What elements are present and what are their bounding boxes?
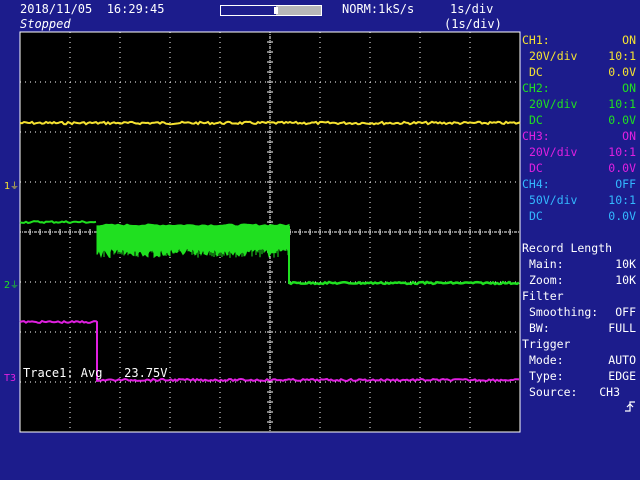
trigger-heading: Trigger [522, 337, 571, 351]
ch2-waveform-right [288, 280, 520, 286]
ch4-state: OFF [615, 177, 636, 191]
ch3-state: ON [622, 129, 636, 143]
ch3-ground-marker[interactable]: T3 [4, 374, 16, 384]
ch2-offset: 0.0V [608, 113, 636, 127]
ch4-scale: 50V/div [529, 193, 578, 207]
ch1-scale: 20V/div [529, 49, 578, 63]
ch2-coupling-row[interactable]: DC 0.0V [522, 112, 636, 128]
ch2-label: CH2: [522, 81, 550, 95]
trigger-type-label: Type: [529, 369, 564, 383]
ch1-header[interactable]: CH1: ON [522, 32, 636, 48]
ch2-ground-marker[interactable]: 2⏚ [4, 281, 19, 292]
ch4-probe: 10:1 [608, 193, 636, 207]
trigger-mode-row: Mode: AUTO [522, 352, 636, 368]
ch2-header[interactable]: CH2: ON [522, 80, 636, 96]
ch1-offset: 0.0V [608, 65, 636, 79]
ch3-header[interactable]: CH3: ON [522, 128, 636, 144]
ch1-coupling: DC [529, 65, 543, 79]
ch3-probe: 10:1 [608, 145, 636, 159]
record-zoom-label: Zoom: [529, 273, 564, 287]
smoothing-value: OFF [615, 305, 636, 319]
ch2-scale-row[interactable]: 20V/div 10:1 [522, 96, 636, 112]
record-length-heading: Record Length [522, 241, 613, 255]
ch2-state: ON [622, 81, 636, 95]
ch4-offset: 0.0V [608, 209, 636, 223]
trigger-type-row: Type: EDGE [522, 368, 636, 384]
smoothing-label: Smoothing: [529, 305, 599, 319]
trigger-mode-value: AUTO [608, 353, 636, 367]
ch2-scale: 20V/div [529, 97, 578, 111]
bandwidth-value: FULL [608, 321, 636, 335]
ch3-scale: 20V/div [529, 145, 578, 159]
ch3-label: CH3: [522, 129, 550, 143]
ch1-state: ON [622, 33, 636, 47]
smoothing-row: Smoothing: OFF [522, 304, 636, 320]
trigger-type-value: EDGE [608, 369, 636, 383]
trigger-source-row: Source: CH3 [522, 384, 636, 412]
bandwidth-label: BW: [529, 321, 550, 335]
ch2-coupling: DC [529, 113, 543, 127]
ch3-scale-row[interactable]: 20V/div 10:1 [522, 144, 636, 160]
ch4-coupling: DC [529, 209, 543, 223]
ch4-label: CH4: [522, 177, 550, 191]
record-main-row: Main: 10K [522, 256, 636, 272]
record-zoom-value: 10K [615, 273, 636, 287]
record-main-value: 10K [615, 257, 636, 271]
ch3-coupling-row[interactable]: DC 0.0V [522, 160, 636, 176]
ch1-ground-marker[interactable]: 1⏚ [4, 182, 19, 193]
bandwidth-row: BW: FULL [522, 320, 636, 336]
ch1-coupling-row[interactable]: DC 0.0V [522, 64, 636, 80]
ch1-probe: 10:1 [608, 49, 636, 63]
trigger-source-label: Source: [529, 385, 578, 399]
filter-heading: Filter [522, 289, 564, 303]
ch3-offset: 0.0V [608, 161, 636, 175]
ch4-scale-row[interactable]: 50V/div 10:1 [522, 192, 636, 208]
ch1-label: CH1: [522, 33, 550, 47]
record-zoom-row: Zoom: 10K [522, 272, 636, 288]
ch4-coupling-row[interactable]: DC 0.0V [522, 208, 636, 224]
trace-average-readout: Trace1: Avg 23.75V [23, 366, 168, 380]
ch2-probe: 10:1 [608, 97, 636, 111]
rising-edge-icon [582, 384, 636, 433]
ch3-coupling: DC [529, 161, 543, 175]
trigger-mode-label: Mode: [529, 353, 564, 367]
filter-title[interactable]: Filter [522, 288, 636, 304]
ch1-scale-row[interactable]: 20V/div 10:1 [522, 48, 636, 64]
ch4-header[interactable]: CH4: OFF [522, 176, 636, 192]
record-main-label: Main: [529, 257, 564, 271]
record-length-title[interactable]: Record Length [522, 240, 636, 256]
trigger-title[interactable]: Trigger [522, 336, 636, 352]
